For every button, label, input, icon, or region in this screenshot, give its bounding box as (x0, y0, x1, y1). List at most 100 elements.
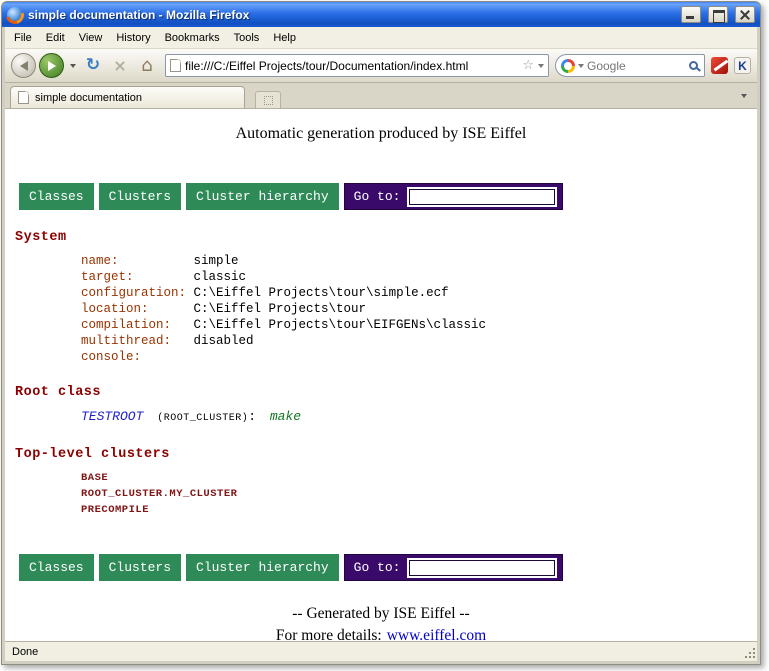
maximize-button[interactable] (708, 6, 728, 23)
tab-title: simple documentation (35, 92, 142, 104)
table-row: multithread: disabled (81, 333, 757, 349)
forward-arrow-icon (48, 61, 56, 71)
clusters-button[interactable]: Clusters (99, 183, 181, 210)
menu-view[interactable]: View (72, 29, 110, 47)
forward-button[interactable] (39, 53, 64, 78)
table-row: name: simple (81, 253, 757, 269)
tab-list-dropdown-button[interactable] (736, 87, 752, 105)
google-logo-icon (561, 59, 575, 73)
system-properties: name: simple target: classic configuration… (81, 253, 757, 365)
menu-bookmarks[interactable]: Bookmarks (158, 29, 227, 47)
goto-section: Go to: (344, 183, 564, 210)
cluster-list: BASE ROOT_CLUSTER.MY_CLUSTER PRECOMPILE (81, 470, 757, 518)
table-row: target: classic (81, 269, 757, 285)
refresh-button[interactable]: ↻ (81, 54, 105, 78)
home-icon: ⌂ (141, 57, 152, 75)
goto-input[interactable] (409, 189, 555, 205)
doc-header: Automatic generation produced by ISE Eif… (5, 125, 757, 143)
navigation-toolbar: ↻ ⌂ ☆ K (5, 49, 757, 83)
refresh-icon: ↻ (86, 57, 100, 74)
details-line: For more details: www.eiffel.com (5, 627, 757, 641)
address-input[interactable] (185, 59, 518, 73)
menu-file[interactable]: File (7, 29, 39, 47)
close-button[interactable] (735, 6, 755, 23)
forward-dropdown-button[interactable] (67, 57, 78, 75)
tab-favicon-icon (18, 91, 29, 104)
creation-feature-link[interactable]: make (270, 409, 301, 424)
doc-navbar-top: Classes Clusters Cluster hierarchy Go to… (19, 183, 757, 210)
bookmark-star-icon[interactable]: ☆ (522, 59, 534, 72)
classes-button[interactable]: Classes (19, 554, 94, 581)
property-key: target: (81, 269, 186, 285)
addon-icon-red[interactable] (711, 57, 728, 74)
search-input[interactable] (587, 59, 686, 73)
cluster-link-precompile[interactable]: PRECOMPILE (81, 502, 757, 518)
clusters-heading: Top-level clusters (15, 447, 757, 462)
status-text: Done (12, 646, 38, 658)
property-key: console: (81, 349, 186, 365)
stop-icon (114, 60, 126, 72)
window-title: simple documentation - Mozilla Firefox (28, 8, 674, 22)
eiffel-link[interactable]: www.eiffel.com (387, 627, 486, 641)
root-class-link[interactable]: TESTROOT (81, 409, 143, 424)
home-button[interactable]: ⌂ (135, 54, 159, 78)
address-dropdown-button[interactable] (538, 64, 544, 68)
doc-navbar-bottom: Classes Clusters Cluster hierarchy Go to… (19, 554, 757, 581)
addon-icon-k[interactable]: K (734, 57, 751, 74)
cluster-hierarchy-button[interactable]: Cluster hierarchy (186, 554, 339, 581)
property-value: simple (194, 254, 239, 268)
page-favicon-icon (170, 59, 181, 72)
menu-help[interactable]: Help (266, 29, 303, 47)
table-row: console: (81, 349, 757, 365)
browser-window: simple documentation - Mozilla Firefox F… (1, 1, 761, 665)
title-bar[interactable]: simple documentation - Mozilla Firefox (2, 2, 760, 27)
property-key: multithread: (81, 333, 186, 349)
root-class-heading: Root class (15, 385, 757, 400)
property-key: location: (81, 301, 186, 317)
root-class-line: TESTROOT (ROOT_CLUSTER): make (81, 408, 757, 427)
classes-button[interactable]: Classes (19, 183, 94, 210)
status-bar: Done (5, 641, 757, 661)
system-heading: System (15, 230, 757, 245)
property-value: disabled (194, 334, 254, 348)
chevron-down-icon (741, 94, 747, 98)
cluster-link-base[interactable]: BASE (81, 470, 757, 486)
property-key: name: (81, 253, 186, 269)
details-prefix: For more details: (276, 627, 382, 641)
table-row: location: C:\Eiffel Projects\tour (81, 301, 757, 317)
back-arrow-icon (20, 61, 28, 71)
clusters-button[interactable]: Clusters (99, 554, 181, 581)
table-row: configuration:C:\Eiffel Projects\tour\si… (81, 285, 757, 301)
table-row: compilation: C:\Eiffel Projects\tour\EIFG… (81, 317, 757, 333)
minimize-button[interactable] (681, 6, 701, 23)
cluster-link-my-cluster[interactable]: ROOT_CLUSTER.MY_CLUSTER (81, 486, 757, 502)
menu-tools[interactable]: Tools (227, 29, 267, 47)
goto-label: Go to: (354, 189, 401, 204)
separator: : (248, 409, 256, 424)
generated-note: -- Generated by ISE Eiffel -- (5, 605, 757, 623)
property-value: C:\Eiffel Projects\tour\EIFGENs\classic (194, 318, 487, 332)
page-content: Automatic generation produced by ISE Eif… (5, 109, 757, 641)
search-engine-dropdown[interactable] (578, 64, 584, 68)
property-value: C:\Eiffel Projects\tour\simple.ecf (194, 286, 449, 300)
search-magnifier-icon[interactable] (689, 61, 698, 70)
goto-input[interactable] (409, 560, 555, 576)
tab-simple-documentation[interactable]: simple documentation (10, 86, 245, 108)
tab-bar: simple documentation (5, 83, 757, 109)
menu-bar: File Edit View History Bookmarks Tools H… (5, 27, 757, 49)
chevron-down-icon (70, 64, 76, 68)
property-value: C:\Eiffel Projects\tour (194, 302, 367, 316)
menu-edit[interactable]: Edit (39, 29, 72, 47)
resize-grip[interactable] (743, 646, 756, 659)
address-bar: ☆ (165, 54, 549, 77)
stop-button[interactable] (108, 54, 132, 78)
tab-stub[interactable] (255, 91, 281, 108)
search-bar (555, 54, 705, 77)
goto-section: Go to: (344, 554, 564, 581)
menu-history[interactable]: History (109, 29, 157, 47)
property-key: compilation: (81, 317, 186, 333)
cluster-hierarchy-button[interactable]: Cluster hierarchy (186, 183, 339, 210)
property-value: classic (194, 270, 247, 284)
goto-label: Go to: (354, 560, 401, 575)
back-button[interactable] (11, 53, 36, 78)
